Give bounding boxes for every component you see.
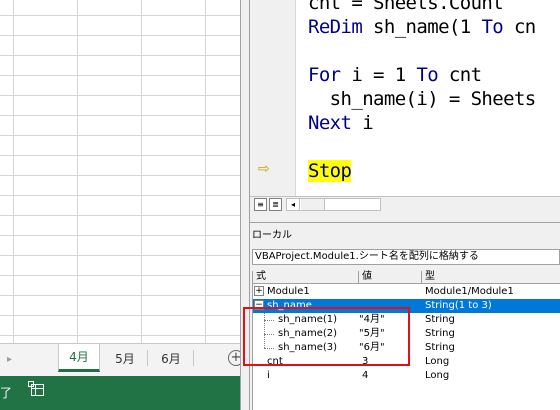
code-line-current[interactable]: Stop xyxy=(308,160,352,182)
expand-icon[interactable]: + xyxy=(254,286,264,296)
column-header-type[interactable]: 型 xyxy=(422,271,560,284)
locals-title: ローカル xyxy=(252,230,292,241)
locals-row[interactable]: i 4 Long xyxy=(253,369,560,383)
type-cell: String xyxy=(425,314,455,325)
add-sheet-icon[interactable]: + xyxy=(228,350,240,366)
code-line[interactable]: sh_name(i) = Sheets xyxy=(308,88,537,110)
type-cell: String(1 to 3) xyxy=(425,300,492,311)
column-header-value[interactable]: 値 xyxy=(359,271,422,284)
highlight-callout-box xyxy=(243,307,410,366)
sheet-tab-june[interactable]: 6月 xyxy=(150,344,192,372)
code-line[interactable]: cnt = Sheets.Count xyxy=(308,0,504,14)
code-line[interactable]: Next i xyxy=(308,112,374,134)
execution-arrow-icon: ⇨ xyxy=(258,161,270,177)
procedure-view-icon[interactable]: ≡ xyxy=(254,198,267,211)
code-margin[interactable] xyxy=(250,0,296,196)
scroll-thumb[interactable] xyxy=(301,199,325,210)
type-cell: String xyxy=(425,328,455,339)
type-cell: String xyxy=(425,342,455,353)
type-cell: Long xyxy=(425,356,450,367)
code-window[interactable]: ⇨ cnt = Sheets.Count ReDim sh_name(1 To … xyxy=(250,0,560,196)
expression-cell: Module1 xyxy=(267,286,310,297)
expression-cell: i xyxy=(267,370,270,381)
tab-divider xyxy=(147,350,148,366)
sheet-tab-bar: ▸ 4月 5月 6月 + xyxy=(0,343,240,376)
code-line[interactable]: ReDim sh_name(1 To cn xyxy=(308,16,536,38)
pane-gap xyxy=(250,212,560,222)
value-cell: 4 xyxy=(362,370,369,381)
tab-scroll-right-icon[interactable]: ▸ xyxy=(7,354,12,365)
excel-window: ▸ 4月 5月 6月 + 了 xyxy=(0,0,240,410)
tab-divider xyxy=(193,350,194,366)
code-window-footer: ≡ ≣ ◂ xyxy=(250,196,560,212)
status-ready-text: 了 xyxy=(0,386,13,400)
worksheet-grid[interactable] xyxy=(0,0,240,343)
type-cell: Module1/Module1 xyxy=(425,286,514,297)
scroll-left-icon[interactable]: ◂ xyxy=(287,199,300,210)
code-line[interactable]: For i = 1 To cnt xyxy=(308,64,482,86)
horizontal-scrollbar[interactable]: ◂ xyxy=(286,198,381,211)
status-bar: 了 xyxy=(0,376,240,410)
sheet-tab-april[interactable]: 4月 xyxy=(58,344,100,372)
full-module-view-icon[interactable]: ≣ xyxy=(269,198,282,211)
column-header-expression[interactable]: 式 xyxy=(253,271,359,284)
locals-row[interactable]: + Module1 Module1/Module1 xyxy=(253,285,560,299)
locals-context[interactable]: VBAProject.Module1.シート名を配列に格納する xyxy=(252,249,560,265)
macro-record-icon[interactable] xyxy=(28,381,44,396)
type-cell: Long xyxy=(425,370,450,381)
sheet-tab-may[interactable]: 5月 xyxy=(104,344,146,372)
